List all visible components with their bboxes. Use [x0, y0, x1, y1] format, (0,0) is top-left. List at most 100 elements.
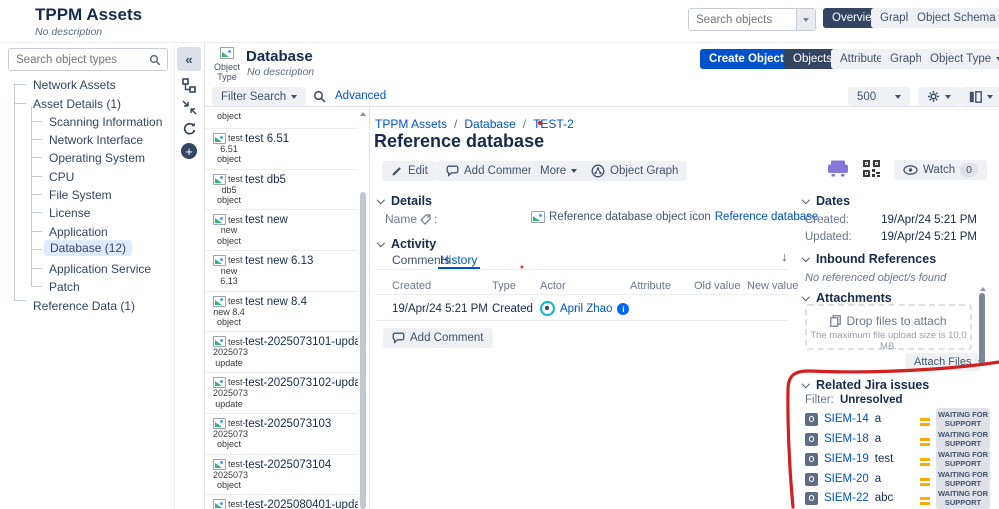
- scrollbar-thumb[interactable]: [360, 192, 366, 509]
- qr-code-icon[interactable]: [863, 160, 880, 177]
- list-item[interactable]: testnewobject test new: [205, 210, 358, 251]
- related-jira-section-header[interactable]: Related Jira issues: [802, 378, 929, 392]
- list-item[interactable]: test-2025073object test-2025073104: [205, 455, 358, 496]
- sidebar-item-scanning-information[interactable]: Scanning Information: [49, 114, 162, 130]
- issue-key-link[interactable]: SIEM-22: [824, 492, 869, 504]
- list-item-partial[interactable]: object: [205, 107, 358, 129]
- created-value: 19/Apr/24 5:21 PM: [881, 214, 977, 226]
- global-search[interactable]: [688, 8, 816, 31]
- jira-filter-label: Filter:: [805, 394, 834, 406]
- sidebar-item-license[interactable]: License: [49, 205, 90, 221]
- watch-button[interactable]: Watch 0: [894, 160, 987, 180]
- collapse-sidebar-button[interactable]: [177, 47, 201, 71]
- sidebar-item-application[interactable]: Application: [49, 224, 108, 240]
- object-name: test-2025073104: [245, 459, 331, 471]
- issue-key-link[interactable]: SIEM-18: [824, 433, 869, 445]
- object-type-search-input[interactable]: [9, 54, 149, 66]
- sort-order-icon[interactable]: [781, 249, 788, 264]
- tree-connector: [31, 249, 42, 250]
- add-object-type-button[interactable]: [181, 143, 197, 159]
- issue-type-icon: [805, 413, 818, 426]
- object-name: test-2025073101-update: [245, 336, 358, 348]
- tab-history[interactable]: History: [440, 253, 477, 267]
- updated-label: Updated:: [805, 231, 852, 243]
- list-item[interactable]: test-2025073update test-2025073102-updat…: [205, 373, 358, 414]
- attach-files-button[interactable]: Attach Files: [905, 353, 980, 371]
- dates-section-header[interactable]: Dates: [802, 194, 850, 208]
- list-item[interactable]: testnew6.13 test new 6.13: [205, 251, 358, 292]
- global-search-input[interactable]: [689, 14, 796, 26]
- more-menu-button[interactable]: More: [531, 161, 586, 181]
- list-item[interactable]: test-2025080 test-2025080401-update: [205, 495, 358, 509]
- issue-type-icon: [805, 473, 818, 486]
- layout-button[interactable]: [960, 87, 999, 106]
- sidebar-item-patch[interactable]: Patch: [49, 279, 80, 295]
- chevron-down-icon: [987, 95, 993, 99]
- issue-key-link[interactable]: SIEM-19: [824, 453, 869, 465]
- actor-link[interactable]: April Zhao: [560, 303, 612, 315]
- issue-key-link[interactable]: SIEM-20: [824, 473, 869, 485]
- page-size-select[interactable]: 500: [848, 87, 910, 106]
- add-comment-footer-button[interactable]: Add Comment: [383, 328, 493, 348]
- info-icon[interactable]: [617, 303, 629, 315]
- tree-connector: [31, 139, 42, 140]
- tree-view-icon[interactable]: [182, 78, 197, 93]
- sidebar-item-database[interactable]: Database (12): [44, 240, 132, 256]
- list-item[interactable]: testdb5object test db5: [205, 170, 358, 211]
- issue-summary: a: [875, 473, 914, 485]
- list-scrollbar[interactable]: [358, 107, 368, 509]
- edit-button[interactable]: Edit: [382, 161, 437, 181]
- object-type-menu[interactable]: Object Type: [921, 49, 999, 69]
- tree-toolbar: [176, 42, 204, 509]
- panel-scrollbar[interactable]: [979, 287, 987, 373]
- sidebar-item-asset-details[interactable]: Asset Details (1): [33, 96, 121, 112]
- sidebar-item-file-system[interactable]: File System: [49, 187, 112, 203]
- details-section-header[interactable]: Details: [377, 194, 432, 208]
- broken-image-alt: testnew 8.4object: [213, 296, 245, 328]
- refresh-icon[interactable]: [182, 122, 197, 137]
- object-type-subtitle: No description: [247, 66, 314, 78]
- collapse-all-icon[interactable]: [182, 100, 197, 115]
- print-label-icon[interactable]: [827, 160, 849, 177]
- broken-image-alt: test-2025073object: [213, 459, 245, 491]
- scrollbar-thumb[interactable]: [979, 293, 985, 365]
- layout-icon: [969, 91, 982, 103]
- create-object-button[interactable]: Create Object: [700, 49, 793, 69]
- activity-section-header[interactable]: Activity: [377, 237, 436, 251]
- list-item[interactable]: test-2025073object test-2025073103: [205, 414, 358, 455]
- page-size-value: 500: [857, 91, 876, 103]
- scroll-up-arrow[interactable]: [980, 287, 986, 291]
- broken-image-alt: testnew6.13: [213, 255, 245, 287]
- object-graph-button[interactable]: Object Graph: [582, 161, 687, 181]
- attachment-dropzone[interactable]: Drop files to attach The maximum file up…: [805, 304, 972, 350]
- search-scope-dropdown[interactable]: [796, 9, 815, 30]
- sidebar-item-application-service[interactable]: Application Service: [49, 261, 151, 277]
- sidebar-item-network-interface[interactable]: Network Interface: [49, 132, 143, 148]
- breadcrumb-type-link[interactable]: Database: [464, 117, 515, 131]
- advanced-search-link[interactable]: Advanced: [335, 90, 386, 102]
- sidebar-item-reference-data[interactable]: Reference Data (1): [33, 298, 135, 314]
- attachments-section-header[interactable]: Attachments: [802, 291, 892, 305]
- object-type-search[interactable]: [8, 48, 168, 71]
- list-item[interactable]: test-2025073update test-2025073101-updat…: [205, 332, 358, 373]
- sidebar-item-network-assets[interactable]: Network Assets: [33, 77, 116, 93]
- inbound-references-header[interactable]: Inbound References: [802, 252, 936, 266]
- eye-icon: [903, 165, 918, 175]
- issue-key-link[interactable]: SIEM-14: [824, 413, 869, 425]
- filter-search-button[interactable]: Filter Search: [212, 87, 306, 106]
- scroll-up-arrow[interactable]: [360, 112, 366, 116]
- breadcrumb-schema-link[interactable]: TPPM Assets: [375, 117, 447, 131]
- list-item[interactable]: testnew 8.4object test new 8.4: [205, 292, 358, 333]
- list-settings-button[interactable]: [918, 87, 960, 106]
- object-name-link[interactable]: Reference database: [715, 211, 819, 223]
- sidebar-item-cpu[interactable]: CPU: [49, 169, 74, 185]
- broken-image-icon: [213, 174, 226, 185]
- search-icon[interactable]: [313, 90, 326, 103]
- object-name: test 6.51: [245, 133, 289, 145]
- breadcrumb-object-link[interactable]: TEST-2: [533, 117, 574, 131]
- list-item[interactable]: test6.51object test 6.51: [205, 129, 358, 170]
- inbound-references-heading: Inbound References: [816, 252, 936, 266]
- history-actor-cell: April Zhao: [540, 301, 629, 316]
- object-schema-menu[interactable]: Object Schema: [908, 8, 999, 28]
- sidebar-item-operating-system[interactable]: Operating System: [49, 150, 145, 166]
